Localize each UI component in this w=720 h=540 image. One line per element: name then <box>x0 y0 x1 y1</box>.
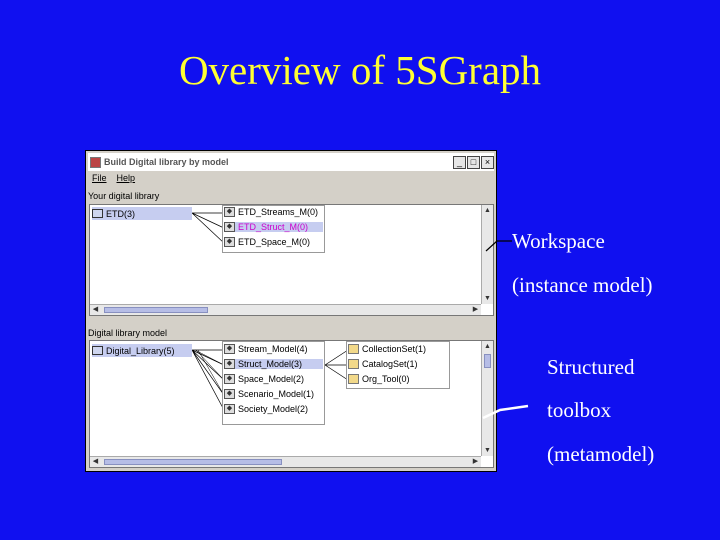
workspace-root-node[interactable]: ETD(3) <box>92 207 192 220</box>
scroll-right-icon[interactable]: ▶ <box>470 456 481 467</box>
window-title: Build Digital library by model <box>104 157 229 167</box>
toolbox-child-label: Struct_Model(3) <box>238 359 303 369</box>
workspace-child-label: ETD_Streams_M(0) <box>238 207 319 217</box>
computer-icon <box>92 346 103 355</box>
scroll-left-icon[interactable]: ◀ <box>90 304 101 315</box>
close-button[interactable]: × <box>481 155 494 169</box>
maximize-button[interactable]: □ <box>467 155 480 169</box>
annotation-toolbox: toolbox <box>547 398 612 422</box>
collection-icon <box>348 344 359 354</box>
minimize-button[interactable]: _ <box>453 155 466 169</box>
workspace-child-streams[interactable]: ◆ ETD_Streams_M(0) <box>224 207 318 217</box>
workspace-child-label: ETD_Space_M(0) <box>238 237 311 247</box>
scroll-up-icon[interactable]: ▲ <box>482 341 493 352</box>
workspace-root-label: ETD(3) <box>106 208 135 219</box>
title-bar: Build Digital library by model _ □ × <box>88 153 494 171</box>
toolbox-subitem-label: CatalogSet(1) <box>362 359 418 369</box>
toolbox-child-stream[interactable]: ◆ Stream_Model(4) <box>224 344 308 354</box>
toolbox-subitem-label: CollectionSet(1) <box>362 344 427 354</box>
scroll-right-icon[interactable]: ▶ <box>470 304 481 315</box>
toolbox-root-label: Digital_Library(5) <box>106 345 175 356</box>
model-icon: ◆ <box>224 404 235 414</box>
model-icon: ◆ <box>224 374 235 384</box>
menu-file[interactable]: File <box>92 173 107 187</box>
slide-title: Overview of 5SGraph <box>178 47 542 93</box>
scroll-down-icon[interactable]: ▼ <box>482 445 493 456</box>
toolbox-horizontal-scrollbar[interactable]: ◀ ▶ <box>90 456 481 467</box>
annotation-structured: Structured <box>547 355 635 379</box>
toolbox-subitem-collectionset[interactable]: CollectionSet(1) <box>348 344 426 354</box>
model-icon: ◆ <box>224 359 235 369</box>
toolbox-panel: Digital_Library(5) ◆ Stream_Model(4) ◆ S… <box>89 340 494 468</box>
workspace-vertical-scrollbar[interactable]: ▲ ▼ <box>481 205 493 304</box>
scroll-down-icon[interactable]: ▼ <box>482 293 493 304</box>
workspace-label: Your digital library <box>88 191 160 201</box>
annotation-metamodel: (metamodel) <box>547 442 655 466</box>
toolbox-root-node[interactable]: Digital_Library(5) <box>92 344 192 357</box>
toolbox-label: Digital library model <box>88 328 168 338</box>
collection-icon <box>348 359 359 369</box>
toolbox-child-label: Society_Model(2) <box>238 404 309 414</box>
workspace-horizontal-scrollbar[interactable]: ◀ ▶ <box>90 304 481 315</box>
annotation-workspace: Workspace <box>512 229 605 253</box>
workspace-child-struct[interactable]: ◆ ETD_Struct_M(0) <box>224 222 323 232</box>
annotation-instance-model: (instance model) <box>512 273 653 297</box>
model-icon: ◆ <box>224 237 235 247</box>
scroll-thumb[interactable] <box>484 354 491 368</box>
scroll-thumb[interactable] <box>104 307 208 313</box>
workspace-child-label: ETD_Struct_M(0) <box>238 222 309 232</box>
application-window: Build Digital library by model _ □ × Fil… <box>85 150 497 472</box>
toolbox-subitem-label: Org_Tool(0) <box>362 374 410 384</box>
model-icon: ◆ <box>224 344 235 354</box>
menu-bar: File Help <box>88 173 494 187</box>
scroll-thumb[interactable] <box>104 459 282 465</box>
workspace-child-space[interactable]: ◆ ETD_Space_M(0) <box>224 237 310 247</box>
toolbox-vertical-scrollbar[interactable]: ▲ ▼ <box>481 341 493 456</box>
toolbox-child-label: Space_Model(2) <box>238 374 305 384</box>
toolbox-child-space[interactable]: ◆ Space_Model(2) <box>224 374 304 384</box>
toolbox-subitem-catalogset[interactable]: CatalogSet(1) <box>348 359 418 369</box>
collection-icon <box>348 374 359 384</box>
toolbox-subitem-orgtool[interactable]: Org_Tool(0) <box>348 374 410 384</box>
scroll-left-icon[interactable]: ◀ <box>90 456 101 467</box>
toolbox-child-label: Scenario_Model(1) <box>238 389 315 399</box>
toolbox-child-label: Stream_Model(4) <box>238 344 308 354</box>
computer-icon <box>92 209 103 218</box>
workspace-panel: ETD(3) ◆ ETD_Streams_M(0) ◆ ETD_Struct_M… <box>89 204 494 316</box>
toolbox-child-struct[interactable]: ◆ Struct_Model(3) <box>224 359 323 369</box>
app-icon <box>90 156 101 168</box>
scroll-up-icon[interactable]: ▲ <box>482 205 493 216</box>
model-icon: ◆ <box>224 207 235 217</box>
toolbox-child-scenario[interactable]: ◆ Scenario_Model(1) <box>224 389 314 399</box>
model-icon: ◆ <box>224 389 235 399</box>
toolbox-child-society[interactable]: ◆ Society_Model(2) <box>224 404 308 414</box>
menu-help[interactable]: Help <box>117 173 136 187</box>
model-icon: ◆ <box>224 222 235 232</box>
